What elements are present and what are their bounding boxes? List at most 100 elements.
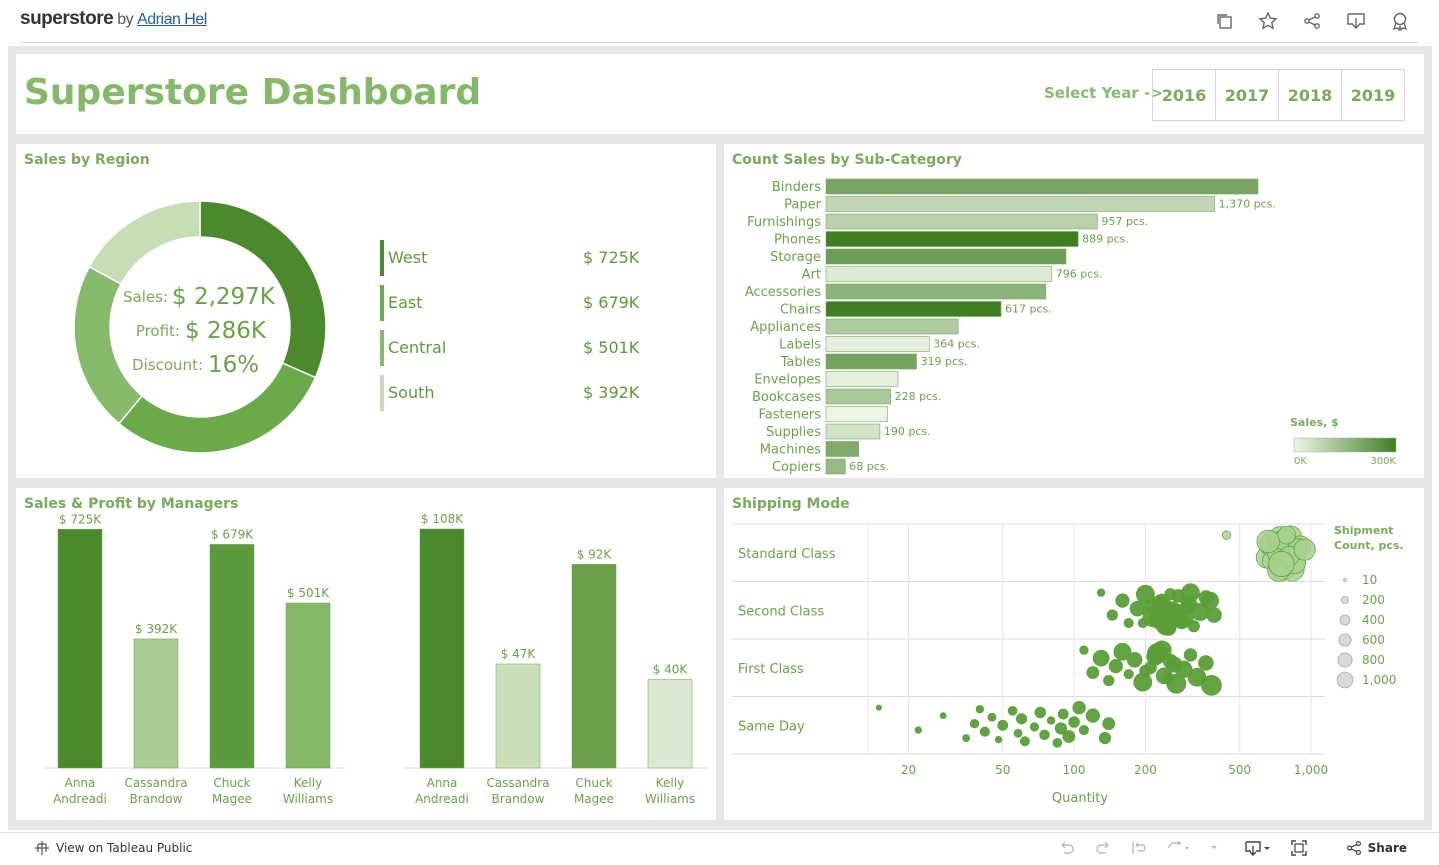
bar-furnishings[interactable] bbox=[825, 213, 1098, 230]
undo-icon[interactable] bbox=[1058, 839, 1076, 857]
scatter-point[interactable] bbox=[1046, 716, 1056, 725]
download-menu-icon[interactable] bbox=[1244, 839, 1272, 857]
manager-bar-sales[interactable] bbox=[209, 544, 255, 769]
donut-slice-south[interactable] bbox=[88, 200, 201, 285]
scatter-point[interactable] bbox=[975, 705, 984, 714]
scatter-point[interactable] bbox=[1034, 706, 1047, 719]
bar-appliances[interactable] bbox=[825, 318, 959, 335]
scatter-point[interactable] bbox=[1092, 649, 1110, 667]
scatter-point[interactable] bbox=[1268, 550, 1295, 577]
scatter-point[interactable] bbox=[1108, 659, 1123, 674]
scatter-point[interactable] bbox=[1123, 669, 1134, 680]
scatter-point[interactable] bbox=[1154, 598, 1175, 619]
scatter-point[interactable] bbox=[962, 734, 971, 742]
scatter-point[interactable] bbox=[1078, 725, 1089, 736]
year-button-2017[interactable]: 2017 bbox=[1216, 70, 1279, 120]
year-button-2016[interactable]: 2016 bbox=[1153, 70, 1216, 120]
bar-storage[interactable] bbox=[825, 248, 1067, 265]
scatter-point[interactable] bbox=[1164, 588, 1177, 601]
region-legend-west[interactable]: West $ 725K bbox=[380, 240, 640, 276]
bar-phones[interactable] bbox=[825, 231, 1079, 247]
scatter-point[interactable] bbox=[1166, 656, 1183, 673]
scatter-point[interactable] bbox=[1007, 706, 1018, 716]
scatter-point[interactable] bbox=[1137, 618, 1148, 629]
scatter-point[interactable] bbox=[1201, 591, 1219, 610]
scatter-point[interactable] bbox=[1152, 640, 1172, 660]
year-button-2019[interactable]: 2019 bbox=[1342, 70, 1404, 120]
region-legend-east[interactable]: East $ 679K bbox=[380, 285, 640, 321]
scatter-point[interactable] bbox=[1086, 666, 1100, 679]
year-button-2018[interactable]: 2018 bbox=[1279, 70, 1342, 120]
scatter-point[interactable] bbox=[1206, 607, 1222, 623]
scatter-point[interactable] bbox=[1019, 736, 1030, 747]
scatter-point[interactable] bbox=[1103, 674, 1115, 687]
scatter-point[interactable] bbox=[1079, 645, 1089, 655]
scatter-point[interactable] bbox=[1085, 708, 1100, 723]
manager-bar-sales[interactable] bbox=[57, 529, 103, 769]
scatter-point[interactable] bbox=[1256, 529, 1280, 554]
scatter-point[interactable] bbox=[1201, 674, 1222, 696]
scatter-point[interactable] bbox=[1187, 620, 1200, 633]
scatter-point[interactable] bbox=[1015, 713, 1028, 725]
scatter-point[interactable] bbox=[1062, 730, 1076, 743]
share-icon[interactable] bbox=[1301, 10, 1323, 32]
bar-accessories[interactable] bbox=[825, 283, 1047, 300]
scatter-point[interactable] bbox=[994, 735, 1003, 744]
scatter-point[interactable] bbox=[1106, 609, 1118, 621]
scatter-point[interactable] bbox=[1096, 588, 1106, 597]
scatter-point[interactable] bbox=[1126, 652, 1143, 668]
scatter-point[interactable] bbox=[1180, 600, 1195, 615]
scatter-point[interactable] bbox=[969, 719, 980, 729]
scatter-point[interactable] bbox=[1098, 731, 1112, 745]
region-legend-south[interactable]: South $ 392K bbox=[380, 375, 640, 411]
scatter-point[interactable] bbox=[987, 712, 997, 722]
scatter-point[interactable] bbox=[1072, 700, 1086, 715]
scatter-point[interactable] bbox=[1162, 673, 1174, 685]
scatter-point[interactable] bbox=[1129, 600, 1146, 617]
fullscreen-icon[interactable] bbox=[1290, 839, 1308, 857]
scatter-point[interactable] bbox=[979, 726, 990, 737]
bar-tables[interactable] bbox=[825, 353, 917, 370]
view-on-tableau-link[interactable]: View on Tableau Public bbox=[34, 840, 192, 856]
bar-bookcases[interactable] bbox=[825, 388, 891, 405]
manager-bar-profit[interactable] bbox=[495, 663, 541, 769]
bar-fasteners[interactable] bbox=[825, 406, 888, 422]
scatter-point[interactable] bbox=[1183, 648, 1198, 662]
download-icon[interactable] bbox=[1345, 10, 1367, 32]
scatter-point[interactable] bbox=[1013, 728, 1023, 738]
scatter-point[interactable] bbox=[1293, 538, 1316, 561]
scatter-point[interactable] bbox=[914, 726, 922, 734]
author-link[interactable]: Adrian Hel bbox=[137, 11, 207, 28]
bar-art[interactable] bbox=[825, 266, 1053, 282]
scatter-point[interactable] bbox=[1123, 618, 1134, 629]
scatter-point[interactable] bbox=[939, 712, 947, 720]
pause-icon[interactable] bbox=[1208, 839, 1226, 857]
bar-envelopes[interactable] bbox=[825, 371, 899, 387]
scatter-point[interactable] bbox=[1052, 738, 1063, 748]
bar-labels[interactable] bbox=[825, 336, 930, 352]
manager-bar-sales[interactable] bbox=[285, 602, 331, 769]
revert-icon[interactable] bbox=[1130, 839, 1148, 857]
scatter-point[interactable] bbox=[1115, 593, 1130, 608]
scatter-point[interactable] bbox=[875, 704, 882, 711]
bar-chairs[interactable] bbox=[825, 301, 1002, 317]
star-icon[interactable] bbox=[1257, 10, 1279, 32]
region-legend-central[interactable]: Central $ 501K bbox=[380, 330, 640, 366]
refresh-icon[interactable] bbox=[1166, 839, 1190, 857]
scatter-point[interactable] bbox=[1221, 530, 1232, 540]
bar-machines[interactable] bbox=[825, 441, 859, 457]
share-button[interactable]: Share bbox=[1346, 840, 1407, 856]
copy-icon[interactable] bbox=[1213, 10, 1235, 32]
manager-bar-profit[interactable] bbox=[571, 564, 617, 769]
manager-bar-profit[interactable] bbox=[647, 679, 693, 769]
manager-bar-sales[interactable] bbox=[133, 638, 179, 769]
scatter-point[interactable] bbox=[1277, 525, 1297, 545]
scatter-point[interactable] bbox=[1181, 583, 1200, 602]
scatter-point[interactable] bbox=[1029, 722, 1040, 732]
scatter-point[interactable] bbox=[1102, 717, 1116, 731]
scatter-point[interactable] bbox=[1057, 708, 1069, 720]
bar-binders[interactable] bbox=[825, 178, 1259, 195]
scatter-point[interactable] bbox=[997, 719, 1009, 731]
scatter-point[interactable] bbox=[1068, 716, 1080, 728]
scatter-point[interactable] bbox=[1039, 729, 1050, 741]
